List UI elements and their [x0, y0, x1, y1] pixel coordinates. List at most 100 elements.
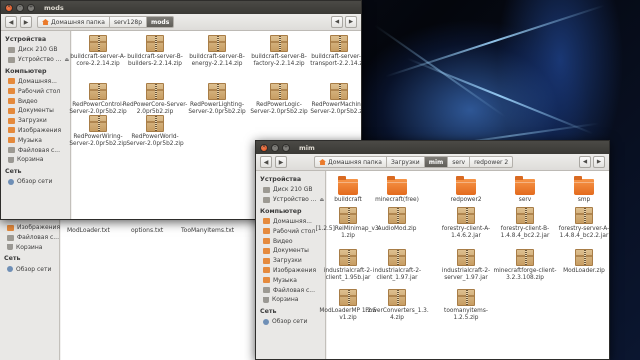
file-item[interactable]: forestry-client-A-1.4.6.2.jar: [433, 207, 499, 240]
folder-item[interactable]: smp: [551, 176, 609, 204]
crumb-home[interactable]: Домашняя папка: [314, 156, 387, 168]
zip-archive-icon: [516, 207, 534, 224]
drive-icon: [7, 234, 14, 241]
file-item[interactable]: RedPowerMachine-Server-2.0pr5b2.zip: [306, 83, 361, 116]
trash-icon: [8, 156, 14, 163]
drive-icon: [263, 287, 270, 294]
file-item[interactable]: RedPowerWorld-Server-2.0pr5b2.zip: [122, 115, 188, 148]
folder-icon: [456, 176, 476, 195]
file-item[interactable]: minecraftforge-client-3.2.3.108.zip: [492, 249, 558, 282]
minimize-button[interactable]: –: [271, 143, 279, 152]
folder-icon: [338, 176, 358, 195]
network-icon: [263, 318, 269, 325]
zip-archive-icon: [339, 207, 357, 224]
file-item[interactable]: buildcraft-server-B-energy-2.2.14.zip: [184, 35, 250, 68]
close-button[interactable]: ✕: [260, 143, 268, 152]
sidebar-item-filesystem[interactable]: Файловая с...: [1, 145, 70, 155]
sidebar-item-documents[interactable]: Документы: [1, 106, 70, 116]
sidebar-item-downloads[interactable]: Загрузки: [1, 116, 70, 126]
file-item[interactable]: RedPowerLogic-Server-2.0pr5b2.zip: [246, 83, 312, 116]
sidebar-item-browse-network[interactable]: Обзор сети: [1, 177, 70, 187]
file-item[interactable]: RedPowerLighting-Server-2.0pr5b2.zip: [184, 83, 250, 116]
minimize-button[interactable]: –: [16, 3, 24, 12]
file-item[interactable]: buildcraft-server-B-builders-2.2.14.zip: [122, 35, 188, 68]
sidebar: Устройства Диск 210 GB Устройство ... ⏏ …: [1, 31, 71, 219]
titlebar[interactable]: ✕ – + mods: [1, 1, 361, 14]
folder-icon: [8, 107, 15, 114]
zip-archive-icon: [208, 83, 226, 100]
crumb-home[interactable]: Домашняя папка: [37, 16, 110, 28]
scroll-right-button[interactable]: ▶: [345, 16, 357, 28]
titlebar[interactable]: ✕ – + mim: [256, 141, 609, 154]
crumb-item[interactable]: serv128p: [109, 16, 148, 28]
maximize-button[interactable]: +: [282, 143, 290, 152]
sidebar-item-trash[interactable]: Корзина: [1, 155, 70, 165]
home-icon: [42, 19, 49, 25]
sidebar-item-home[interactable]: Домашняя...: [1, 77, 70, 87]
folder-item[interactable]: serv: [492, 176, 558, 204]
maximize-button[interactable]: +: [27, 3, 35, 12]
crumb-current[interactable]: mods: [147, 16, 175, 28]
zip-archive-icon: [89, 83, 107, 100]
crumb-item[interactable]: Загрузки: [386, 156, 425, 168]
scroll-left-button[interactable]: ◀: [331, 16, 343, 28]
sidebar-section-devices: Устройства: [5, 36, 47, 43]
file-item[interactable]: buildcraft-server-B-factory-2.2.14.zip: [246, 35, 312, 68]
zip-archive-icon: [146, 83, 164, 100]
zip-archive-icon: [339, 249, 357, 266]
file-item[interactable]: options.txt: [131, 227, 163, 234]
crumb-current[interactable]: mim: [424, 156, 449, 168]
breadcrumb: Домашняя папка Загрузки mim serv redpowe…: [314, 156, 514, 168]
bg-sidebar-item[interactable]: Файловая с... ⏏: [0, 233, 67, 243]
crumb-item[interactable]: serv: [448, 156, 471, 168]
bg-sidebar-item[interactable]: Изображения: [0, 223, 60, 233]
forward-button[interactable]: ▶: [275, 156, 287, 168]
file-item[interactable]: ModLoader.zip: [551, 249, 609, 275]
file-item[interactable]: forestry-server-A-1.4.8.4_bc2.2.jar: [551, 207, 609, 240]
bg-sidebar-item[interactable]: Корзина: [0, 243, 59, 253]
folder-icon: [263, 277, 270, 284]
sidebar-item-device[interactable]: Устройство ... ⏏: [1, 55, 70, 65]
crumb-item[interactable]: redpower 2: [470, 156, 514, 168]
sidebar-item-music[interactable]: Музыка: [1, 135, 70, 145]
zip-archive-icon: [330, 35, 348, 52]
home-icon: [319, 159, 326, 165]
file-item[interactable]: AudioMod.zip: [364, 207, 430, 233]
forward-button[interactable]: ▶: [20, 16, 32, 28]
folder-icon: [263, 267, 270, 274]
scroll-left-button[interactable]: ◀: [579, 156, 591, 168]
close-button[interactable]: ✕: [5, 3, 13, 12]
folder-icon: [8, 137, 15, 144]
folder-icon: [515, 176, 535, 195]
trash-icon: [7, 244, 13, 251]
drive-icon: [263, 186, 270, 193]
sidebar-item-desktop[interactable]: Рабочий стол: [1, 86, 70, 96]
file-item[interactable]: industrialcraft-2-client_1.97.jar: [364, 249, 430, 282]
zip-archive-icon: [457, 289, 475, 306]
sidebar-item-video[interactable]: Видео: [1, 96, 70, 106]
window-title: mim: [299, 143, 315, 152]
file-item[interactable]: ModLoader.txt: [67, 227, 110, 234]
folder-item[interactable]: redpower2: [433, 176, 499, 204]
back-button[interactable]: ◀: [5, 16, 17, 28]
toolbar: ◀ ▶ Домашняя папка serv128p mods ◀ ▶: [1, 14, 361, 31]
scroll-right-button[interactable]: ▶: [593, 156, 605, 168]
back-button[interactable]: ◀: [260, 156, 272, 168]
file-item[interactable]: TooManyItems.txt: [181, 227, 234, 234]
toolbar: ◀ ▶ Домашняя папка Загрузки mim serv red…: [256, 154, 609, 171]
folder-icon: [8, 88, 15, 95]
file-item[interactable]: RedPowerCore-Server-2.0pr5b2.zip: [122, 83, 188, 116]
bg-sidebar-item[interactable]: Обзор сети: [0, 264, 59, 274]
sidebar-item-images[interactable]: Изображения: [1, 126, 70, 136]
file-item[interactable]: industrialcraft-2-server_1.97.jar: [433, 249, 499, 282]
file-item[interactable]: toomanyitems-1.2.5.zip: [433, 289, 499, 322]
folder-item[interactable]: minecraft(free): [364, 176, 430, 204]
file-item[interactable]: forestry-client-B-1.4.8.4_bc2.2.jar: [492, 207, 558, 240]
file-item[interactable]: PowerConverters_1.3.4.zip: [364, 289, 430, 322]
folder-icon: [7, 224, 14, 231]
zip-archive-icon: [457, 207, 475, 224]
sidebar-item-disk[interactable]: Диск 210 GB: [1, 45, 70, 55]
zip-archive-icon: [388, 249, 406, 266]
zip-archive-icon: [339, 289, 357, 306]
file-item[interactable]: buildcraft-server-B-transport-2.2.14.zip: [306, 35, 361, 68]
